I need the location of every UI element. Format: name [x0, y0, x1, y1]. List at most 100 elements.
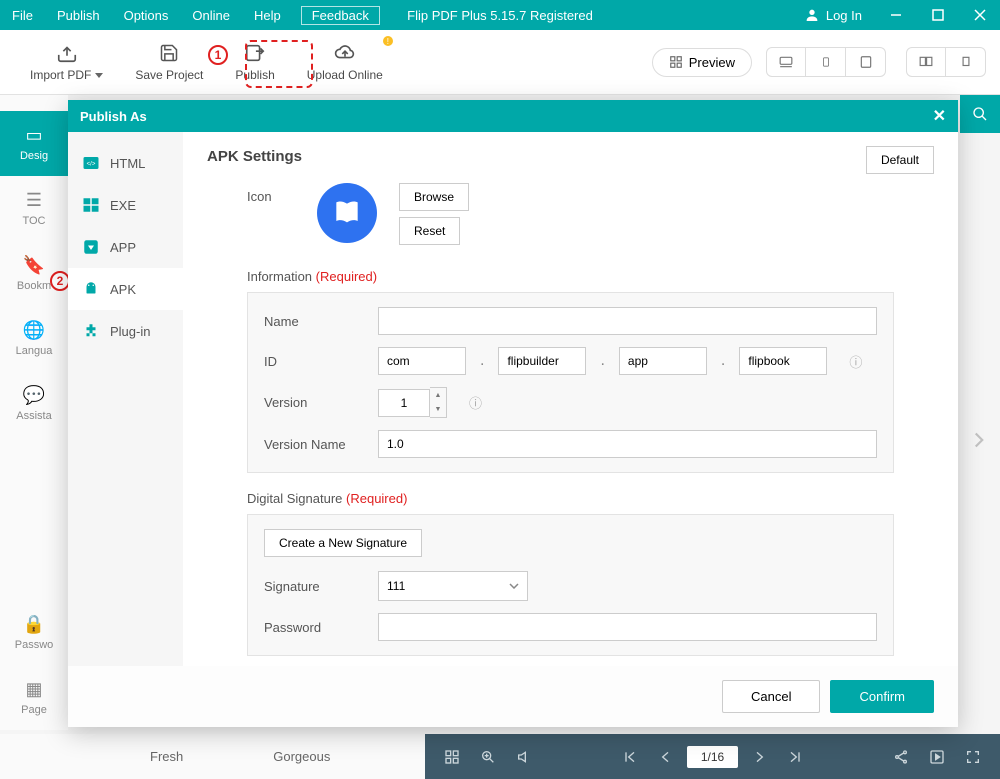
chat-icon: 💬	[0, 385, 68, 406]
rail-design[interactable]: ▭Desig	[0, 111, 68, 176]
tablet-icon	[859, 54, 873, 70]
device-phone[interactable]	[806, 47, 846, 77]
design-icon: ▭	[0, 125, 68, 146]
modal-title: Publish As	[80, 109, 147, 124]
rail-label: Page	[21, 704, 47, 716]
fullscreen-button[interactable]	[958, 742, 988, 772]
layout-single[interactable]	[946, 47, 986, 77]
template-gorgeous[interactable]: Gorgeous	[273, 749, 330, 764]
minimize-button[interactable]	[876, 0, 916, 30]
login-label: Log In	[826, 8, 862, 23]
grid-icon: ▦	[0, 679, 68, 700]
menu-options[interactable]: Options	[112, 8, 181, 23]
menu-file[interactable]: File	[0, 8, 45, 23]
rail-language[interactable]: 🌐Langua	[0, 306, 68, 371]
thumbnails-button[interactable]	[437, 742, 467, 772]
bottom-bar: Fresh Gorgeous 1/16	[0, 734, 1000, 779]
step-up-icon[interactable]: ▲	[430, 388, 446, 403]
notification-badge: !	[383, 36, 393, 46]
next-page-chevron[interactable]	[966, 420, 992, 460]
version-name-input[interactable]	[378, 430, 877, 458]
reset-icon-button[interactable]: Reset	[399, 217, 460, 245]
modal-footer: Cancel Confirm	[68, 666, 958, 727]
create-signature-button[interactable]: Create a New Signature	[264, 529, 422, 557]
save-project-button[interactable]: Save Project	[119, 36, 219, 88]
publish-as-modal: Publish As ✕ </>HTML EXE APP APK Plug-in…	[68, 100, 958, 727]
publish-type-html[interactable]: </>HTML	[68, 142, 183, 184]
cancel-button[interactable]: Cancel	[722, 680, 820, 713]
modal-close-button[interactable]: ✕	[933, 106, 946, 126]
version-stepper[interactable]: ▲▼	[430, 387, 447, 418]
share-button[interactable]	[886, 742, 916, 772]
first-page-button[interactable]	[615, 742, 645, 772]
rail-toc[interactable]: ☰TOC	[0, 176, 68, 241]
next-page-button[interactable]	[744, 742, 774, 772]
publish-type-app[interactable]: APP	[68, 226, 183, 268]
globe-icon: 🌐	[0, 320, 68, 341]
step-down-icon[interactable]: ▼	[430, 403, 446, 418]
publish-type-exe[interactable]: EXE	[68, 184, 183, 226]
publish-icon	[244, 42, 266, 64]
maximize-icon	[932, 9, 944, 21]
id-part-4[interactable]	[739, 347, 827, 375]
publish-label: Publish	[235, 68, 274, 82]
preview-button[interactable]: Preview	[652, 48, 752, 77]
version-input[interactable]	[378, 389, 430, 417]
signature-select[interactable]: 111	[378, 571, 528, 601]
publish-type-plugin[interactable]: Plug-in	[68, 310, 183, 352]
layout-spread[interactable]	[906, 47, 946, 77]
rail-password[interactable]: 🔒Passwo	[0, 600, 68, 665]
prev-page-button[interactable]	[651, 742, 681, 772]
id-part-2[interactable]	[498, 347, 586, 375]
autoplay-button[interactable]	[922, 742, 952, 772]
sidebar-item-label: APP	[110, 240, 136, 255]
menu-help[interactable]: Help	[242, 8, 293, 23]
book-icon	[331, 197, 363, 229]
maximize-button[interactable]	[918, 0, 958, 30]
device-desktop[interactable]	[766, 47, 806, 77]
id-label: ID	[264, 354, 364, 369]
last-page-button[interactable]	[780, 742, 810, 772]
user-icon	[804, 7, 820, 23]
device-tablet[interactable]	[846, 47, 886, 77]
help-icon[interactable]: ⓘ	[849, 352, 862, 371]
confirm-button[interactable]: Confirm	[830, 680, 934, 713]
modal-titlebar: Publish As ✕	[68, 100, 958, 132]
sound-button[interactable]	[509, 742, 539, 772]
help-icon[interactable]: ⓘ	[469, 393, 482, 412]
chevron-down-icon	[95, 73, 103, 78]
main-toolbar: Import PDF Save Project Publish ! Upload…	[0, 30, 1000, 95]
publish-button[interactable]: Publish	[219, 36, 290, 88]
chevron-right-icon	[966, 420, 992, 460]
rail-bookmark[interactable]: 🔖Bookm	[0, 241, 68, 306]
password-input[interactable]	[378, 613, 877, 641]
settings-heading: APK Settings	[207, 148, 934, 165]
id-part-1[interactable]	[378, 347, 466, 375]
grid-icon	[669, 55, 683, 69]
login-button[interactable]: Log In	[792, 7, 874, 23]
publish-type-apk[interactable]: APK	[68, 268, 183, 310]
search-button[interactable]	[960, 95, 1000, 133]
zoom-button[interactable]	[473, 742, 503, 772]
page-indicator[interactable]: 1/16	[687, 746, 738, 768]
icon-label: Icon	[247, 183, 307, 204]
name-input[interactable]	[378, 307, 877, 335]
rail-assistant[interactable]: 💬 Assista	[0, 371, 68, 436]
templates-strip: Fresh Gorgeous	[0, 734, 425, 779]
id-part-3[interactable]	[619, 347, 707, 375]
close-button[interactable]	[960, 0, 1000, 30]
browse-icon-button[interactable]: Browse	[399, 183, 469, 211]
default-button[interactable]: Default	[866, 146, 934, 174]
rail-page[interactable]: ▦ Page	[0, 665, 68, 730]
menu-publish[interactable]: Publish	[45, 8, 112, 23]
device-switcher	[766, 47, 886, 77]
rail-label: Assista	[16, 410, 51, 422]
rail-label: TOC	[22, 215, 45, 227]
template-fresh[interactable]: Fresh	[150, 749, 183, 764]
upload-online-button[interactable]: ! Upload Online	[291, 36, 399, 88]
import-pdf-button[interactable]: Import PDF	[14, 36, 119, 88]
menu-online[interactable]: Online	[180, 8, 242, 23]
publish-type-sidebar: </>HTML EXE APP APK Plug-in	[68, 132, 183, 666]
app-title: Flip PDF Plus 5.15.7 Registered	[407, 8, 593, 23]
feedback-button[interactable]: Feedback	[301, 6, 380, 25]
